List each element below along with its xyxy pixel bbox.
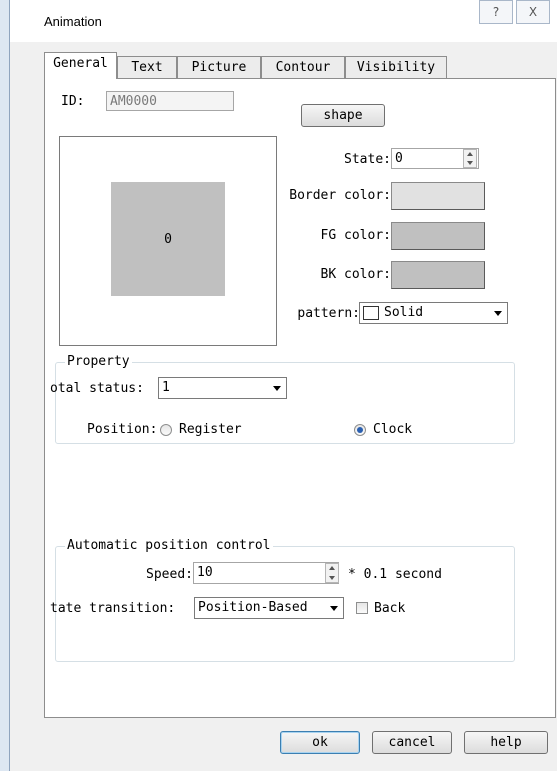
speed-label: Speed: [146,567,193,582]
bk-color-swatch[interactable] [391,261,485,289]
transition-select[interactable]: Position-Based [194,597,344,619]
total-status-value: 1 [162,380,170,395]
pattern-value: Solid [384,305,424,320]
tab-visibility[interactable]: Visibility [345,56,447,78]
id-label: ID: [61,94,85,109]
register-radio[interactable] [160,424,172,436]
bk-color-label: BK color: [320,267,391,282]
title-bar: Animation ? X [10,0,557,42]
state-spinner[interactable] [463,149,477,168]
transition-label: tate transition: [50,601,176,616]
total-status-select[interactable]: 1 [158,377,287,399]
animation-dialog: Animation ? X General Text Picture Conto… [9,0,557,771]
close-icon[interactable]: X [516,0,550,24]
spin-down-icon [329,576,335,580]
tab-text[interactable]: Text [117,56,177,78]
border-color-swatch[interactable] [391,182,485,210]
chevron-down-icon [273,386,281,391]
help-icon[interactable]: ? [479,0,513,24]
pattern-label: pattern: [297,306,360,321]
chevron-down-icon [330,606,338,611]
spin-up-icon [329,566,335,570]
fg-color-swatch[interactable] [391,222,485,250]
tab-general[interactable]: General [44,52,117,79]
shape-button[interactable]: shape [301,104,385,127]
id-field: AM0000 [106,91,234,111]
auto-position-legend: Automatic position control [65,538,273,553]
tab-contour[interactable]: Contour [261,56,345,78]
chevron-down-icon [494,311,502,316]
clock-radio[interactable] [354,424,366,436]
cancel-button[interactable]: cancel [372,731,452,754]
speed-input[interactable]: 10 [193,562,339,584]
preview-value: 0 [164,231,172,247]
border-color-label: Border color: [289,188,391,203]
register-label[interactable]: Register [179,422,242,437]
general-tab-panel: ID: AM0000 shape 0 State: 0 Border color… [44,78,556,718]
transition-value: Position-Based [198,600,308,615]
pattern-swatch-icon [363,306,379,320]
property-legend: Property [65,354,132,369]
speed-unit: * 0.1 second [348,567,442,582]
fg-color-label: FG color: [320,228,391,243]
pattern-select[interactable]: Solid [359,302,508,324]
spin-up-icon [467,152,473,156]
back-label[interactable]: Back [374,601,405,616]
help-button[interactable]: help [464,731,548,754]
ok-button[interactable]: ok [280,731,360,754]
window-title: Animation [44,14,102,29]
preview-shape: 0 [111,182,225,296]
clock-label[interactable]: Clock [373,422,412,437]
spin-down-icon [467,161,473,165]
total-status-label: otal status: [50,381,144,396]
tab-picture[interactable]: Picture [177,56,261,78]
position-label: Position: [87,422,158,437]
shape-preview: 0 [59,136,277,346]
back-checkbox[interactable] [356,602,368,614]
speed-spinner[interactable] [325,563,339,583]
state-label: State: [344,152,391,167]
